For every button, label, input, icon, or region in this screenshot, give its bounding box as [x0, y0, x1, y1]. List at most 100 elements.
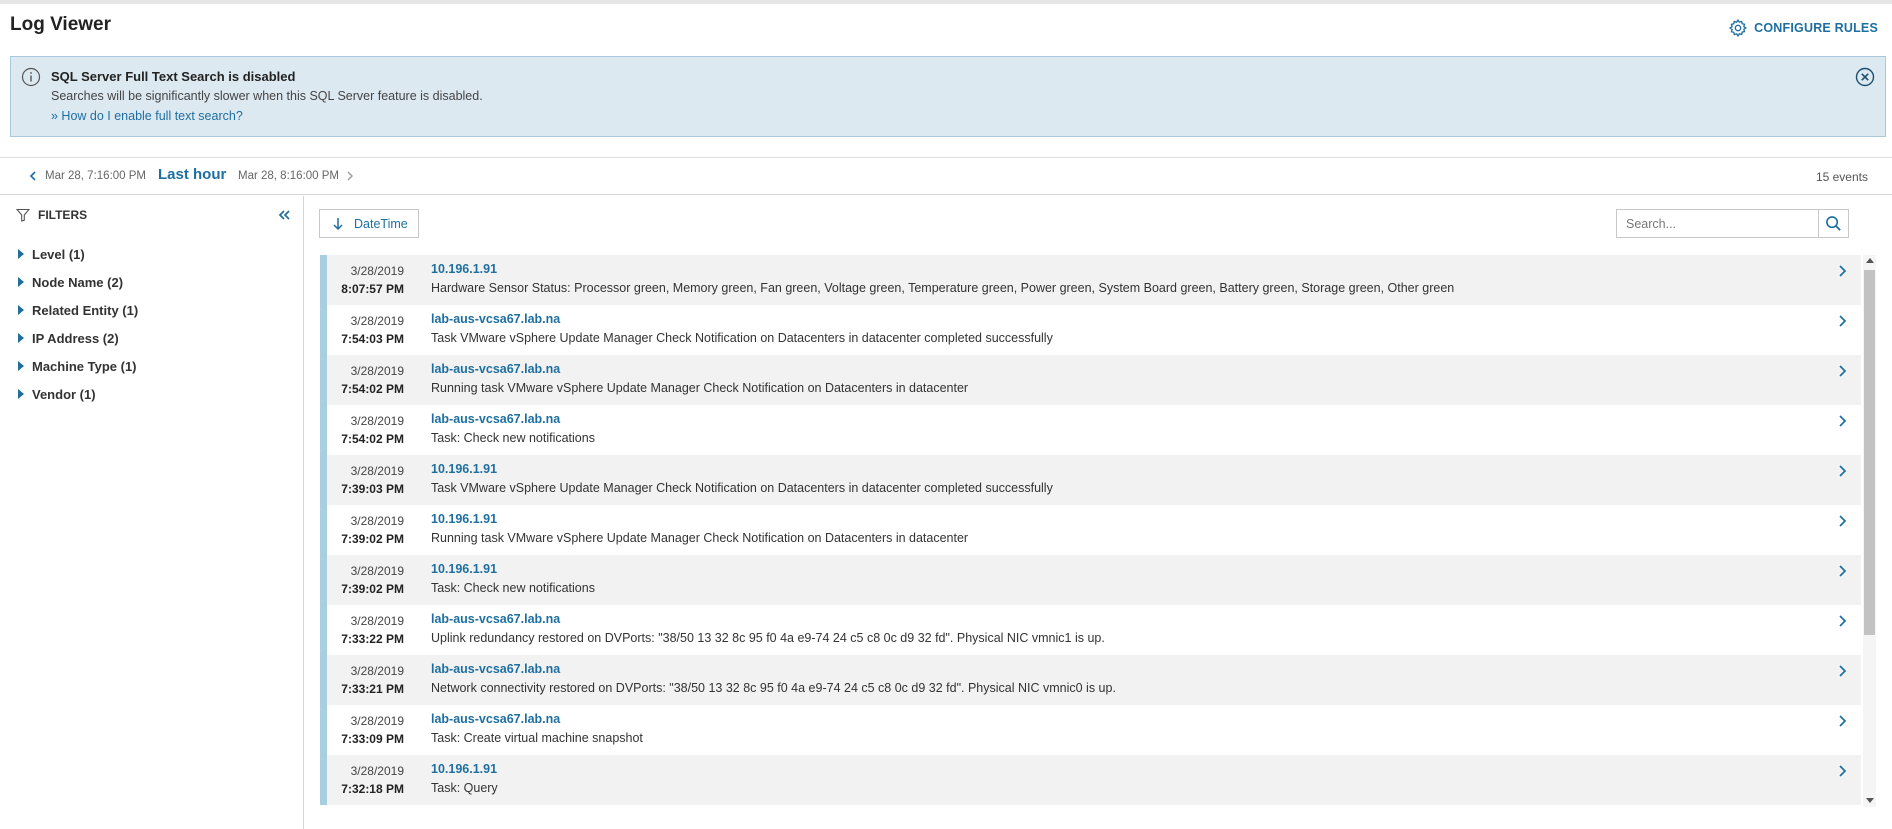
event-message: Running task VMware vSphere Update Manag…	[431, 531, 969, 545]
page-header: Log Viewer CONFIGURE RULES	[0, 4, 1892, 50]
event-time: 7:54:02 PM	[341, 432, 404, 446]
event-message: Task: Query	[431, 781, 498, 795]
event-row[interactable]: 3/28/2019 7:32:18 PM 10.196.1.91 Task: Quer…	[320, 755, 1861, 805]
event-message: Task VMware vSphere Update Manager Check…	[431, 331, 1053, 345]
search-button[interactable]	[1818, 210, 1848, 237]
event-message: Network connectivity restored on DVPorts…	[431, 681, 1116, 695]
event-source-link[interactable]: lab-aus-vcsa67.lab.na	[431, 612, 560, 626]
event-row[interactable]: 3/28/2019 7:39:02 PM 10.196.1.91 Task: Chec…	[320, 555, 1861, 605]
event-time: 7:33:09 PM	[341, 732, 404, 746]
event-date: 3/28/2019	[350, 614, 404, 628]
filter-label: Level (1)	[32, 246, 85, 262]
chevron-right-icon[interactable]	[1837, 614, 1849, 628]
chevron-right-icon[interactable]	[1837, 264, 1849, 278]
filters-sidebar: FILTERS Level (1) Node Name (2) Related …	[0, 196, 304, 829]
time-range-bar: Mar 28, 7:16:00 PM Last hour Mar 28, 8:1…	[0, 157, 1892, 195]
banner-text: Searches will be significantly slower wh…	[51, 89, 483, 103]
filter-label: Vendor (1)	[32, 386, 96, 402]
time-range-selector[interactable]: Last hour	[158, 166, 226, 183]
expand-triangle-icon	[18, 277, 24, 287]
double-chevron-left-icon[interactable]	[276, 207, 292, 223]
scroll-up-arrow[interactable]	[1866, 258, 1874, 263]
event-time: 7:39:02 PM	[341, 582, 404, 596]
event-source-link[interactable]: 10.196.1.91	[431, 262, 497, 276]
page-title: Log Viewer	[10, 14, 112, 35]
filter-item-level[interactable]: Level (1)	[18, 240, 138, 268]
event-message: Task VMware vSphere Update Manager Check…	[431, 481, 1053, 495]
info-icon	[21, 67, 41, 87]
event-row[interactable]: 3/28/2019 7:33:09 PM lab-aus-vcsa67.lab.na…	[320, 705, 1861, 755]
event-date: 3/28/2019	[350, 264, 404, 278]
event-source-link[interactable]: lab-aus-vcsa67.lab.na	[431, 662, 560, 676]
filter-icon	[16, 208, 30, 222]
chevron-left-icon[interactable]	[26, 169, 40, 183]
scroll-thumb[interactable]	[1864, 270, 1875, 635]
event-source-link[interactable]: 10.196.1.91	[431, 462, 497, 476]
event-message: Task: Create virtual machine snapshot	[431, 731, 643, 745]
event-time: 7:39:02 PM	[341, 532, 404, 546]
chevron-right-icon[interactable]	[343, 169, 357, 183]
event-row[interactable]: 3/28/2019 7:39:02 PM 10.196.1.91 Running ta…	[320, 505, 1861, 555]
sql-warning-banner: SQL Server Full Text Search is disabled …	[10, 56, 1886, 137]
chevron-right-icon[interactable]	[1837, 764, 1849, 778]
filter-label: Machine Type (1)	[32, 358, 137, 374]
chevron-right-icon[interactable]	[1837, 664, 1849, 678]
event-row[interactable]: 3/28/2019 7:33:21 PM lab-aus-vcsa67.lab.na…	[320, 655, 1861, 705]
expand-triangle-icon	[18, 361, 24, 371]
filter-item-node-name[interactable]: Node Name (2)	[18, 268, 138, 296]
event-source-link[interactable]: 10.196.1.91	[431, 512, 497, 526]
event-time: 7:54:03 PM	[341, 332, 404, 346]
close-circle-icon[interactable]	[1855, 67, 1875, 87]
filter-item-machine-type[interactable]: Machine Type (1)	[18, 352, 138, 380]
event-row[interactable]: 3/28/2019 7:39:03 PM 10.196.1.91 Task VMwar…	[320, 455, 1861, 505]
filters-label: FILTERS	[38, 208, 88, 222]
event-source-link[interactable]: lab-aus-vcsa67.lab.na	[431, 712, 560, 726]
event-date: 3/28/2019	[350, 564, 404, 578]
filter-item-vendor[interactable]: Vendor (1)	[18, 380, 138, 408]
event-source-link[interactable]: 10.196.1.91	[431, 762, 497, 776]
event-message: Hardware Sensor Status: Processor green,…	[431, 281, 1455, 295]
gear-icon	[1729, 18, 1748, 38]
event-row[interactable]: 3/28/2019 8:07:57 PM 10.196.1.91 Hardware S…	[320, 255, 1861, 305]
chevron-right-icon[interactable]	[1837, 314, 1849, 328]
event-date: 3/28/2019	[350, 314, 404, 328]
chevron-right-icon[interactable]	[1837, 714, 1849, 728]
chevron-right-icon[interactable]	[1837, 514, 1849, 528]
event-time: 8:07:57 PM	[341, 282, 404, 296]
enable-full-text-link[interactable]: » How do I enable full text search?	[51, 109, 243, 123]
event-row[interactable]: 3/28/2019 7:54:02 PM lab-aus-vcsa67.lab.na…	[320, 355, 1861, 405]
event-row[interactable]: 3/28/2019 7:33:22 PM lab-aus-vcsa67.lab.na…	[320, 605, 1861, 655]
event-message: Uplink redundancy restored on DVPorts: "…	[431, 631, 1105, 645]
sort-datetime-button[interactable]: DateTime	[319, 209, 419, 238]
event-row[interactable]: 3/28/2019 7:54:03 PM lab-aus-vcsa67.lab.na…	[320, 305, 1861, 355]
filter-label: IP Address (2)	[32, 330, 119, 346]
chevron-right-icon[interactable]	[1837, 464, 1849, 478]
event-source-link[interactable]: lab-aus-vcsa67.lab.na	[431, 362, 560, 376]
event-source-link[interactable]: 10.196.1.91	[431, 562, 497, 576]
chevron-right-icon[interactable]	[1837, 364, 1849, 378]
scroll-down-arrow[interactable]	[1866, 798, 1874, 803]
sort-label: DateTime	[354, 216, 408, 231]
chevron-right-icon[interactable]	[1837, 564, 1849, 578]
event-date: 3/28/2019	[350, 514, 404, 528]
event-message: Task: Check new notifications	[431, 431, 595, 445]
event-list: 3/28/2019 8:07:57 PM 10.196.1.91 Hardware S…	[320, 255, 1861, 805]
event-source-link[interactable]: lab-aus-vcsa67.lab.na	[431, 412, 560, 426]
event-message: Task: Check new notifications	[431, 581, 595, 595]
event-date: 3/28/2019	[350, 714, 404, 728]
event-time: 7:39:03 PM	[341, 482, 404, 496]
range-end: Mar 28, 8:16:00 PM	[238, 170, 339, 182]
filter-item-ip-address[interactable]: IP Address (2)	[18, 324, 138, 352]
expand-triangle-icon	[18, 333, 24, 343]
event-row[interactable]: 3/28/2019 7:54:02 PM lab-aus-vcsa67.lab.na…	[320, 405, 1861, 455]
search-input[interactable]	[1617, 210, 1818, 237]
configure-rules-button[interactable]: CONFIGURE RULES	[1728, 18, 1878, 38]
event-time: 7:54:02 PM	[341, 382, 404, 396]
chevron-right-icon[interactable]	[1837, 414, 1849, 428]
event-time: 7:33:22 PM	[341, 632, 404, 646]
event-list-scrollbar[interactable]	[1863, 255, 1876, 807]
filter-item-related-entity[interactable]: Related Entity (1)	[18, 296, 138, 324]
event-source-link[interactable]: lab-aus-vcsa67.lab.na	[431, 312, 560, 326]
event-time: 7:33:21 PM	[341, 682, 404, 696]
range-start: Mar 28, 7:16:00 PM	[45, 170, 146, 182]
